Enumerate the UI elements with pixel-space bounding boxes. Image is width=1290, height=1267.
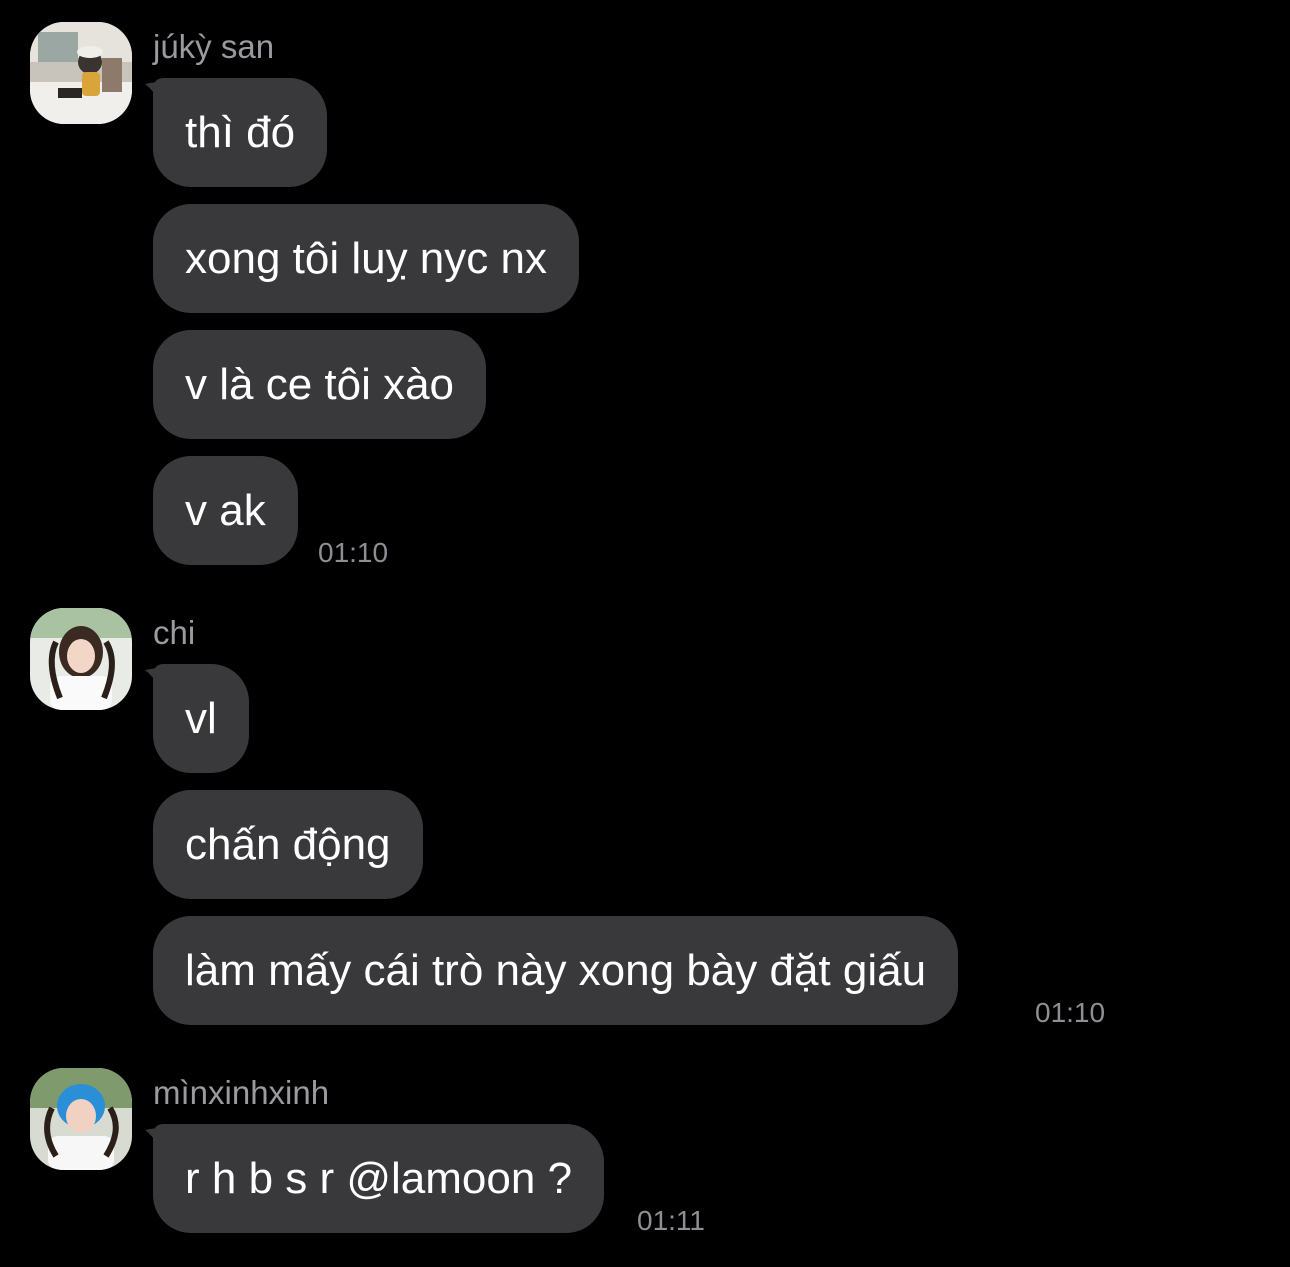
message-timestamp: 01:10 xyxy=(318,537,389,568)
message-bubble[interactable]: r h b s r @lamoon ? xyxy=(153,1124,605,1233)
profile-photo-icon xyxy=(30,1068,132,1170)
sender-name: júkỳ san xyxy=(153,28,275,65)
message-bubble[interactable]: vl xyxy=(153,664,249,773)
message-timestamp: 01:11 xyxy=(637,1205,705,1236)
avatar-chi[interactable] xyxy=(30,608,132,710)
message-bubble[interactable]: xong tôi luỵ nyc nx xyxy=(153,204,579,313)
profile-photo-icon xyxy=(30,22,132,124)
sender-name: chi xyxy=(153,614,196,651)
message-timestamp: 01:10 xyxy=(1035,997,1106,1028)
profile-photo-icon xyxy=(30,608,132,710)
chat-thread: júkỳ san thì đó xong tôi luỵ nyc nx v là… xyxy=(0,0,1290,1267)
sender-name: mìnxinhxinh xyxy=(153,1074,330,1111)
avatar-minxinhxinh[interactable] xyxy=(30,1068,132,1170)
message-bubble[interactable]: chấn động xyxy=(153,790,423,899)
message-bubble[interactable]: làm mấy cái trò này xong bày đặt giấu xyxy=(153,916,959,1025)
message-bubble[interactable]: thì đó xyxy=(153,78,328,187)
message-bubble[interactable]: v là ce tôi xào xyxy=(153,330,487,439)
avatar-juky-san[interactable] xyxy=(30,22,132,124)
message-bubble[interactable]: v ak xyxy=(153,456,298,565)
